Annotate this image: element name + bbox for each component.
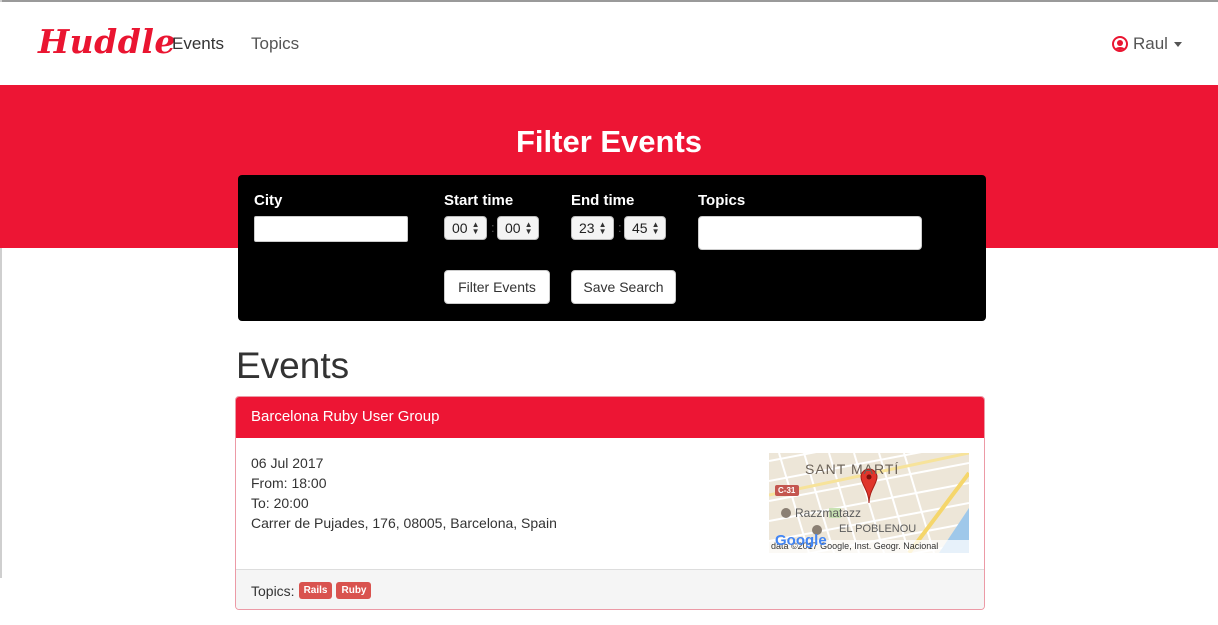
google-logo: Google — [775, 532, 827, 549]
event-topics-label: Topics: — [251, 582, 295, 599]
stepper-arrows-icon: ▲ ▼ — [471, 220, 480, 236]
event-title[interactable]: Barcelona Ruby User Group — [236, 397, 984, 438]
end-minute-select[interactable]: 45 ▲ ▼ — [624, 216, 666, 240]
save-search-button[interactable]: Save Search — [571, 270, 676, 304]
map-venue-label: Razzmatazz — [795, 506, 862, 520]
time-separator: : — [618, 220, 622, 235]
event-end-time: To: 20:00 — [251, 495, 309, 511]
start-hour-select[interactable]: 00 ▲ ▼ — [444, 216, 487, 240]
map-neighborhood-label: EL POBLENOU — [839, 523, 917, 535]
end-hour-value: 23 — [579, 220, 595, 236]
hero-title: Filter Events — [515, 124, 703, 159]
start-time-label: Start time — [444, 192, 514, 209]
events-heading: Events — [236, 345, 350, 386]
end-hour-select[interactable]: 23 ▲ ▼ — [571, 216, 614, 240]
caret-down-icon — [1173, 41, 1182, 47]
stepper-arrows-icon: ▲ ▼ — [524, 220, 533, 236]
time-separator: : — [491, 220, 495, 235]
brand-logo[interactable]: Huddle — [38, 22, 176, 61]
map-district-label: SANT MARTÍ — [805, 461, 900, 477]
topic-tag-ruby[interactable]: Ruby — [336, 582, 372, 599]
event-map[interactable]: SANT MARTÍ C-31 Razzmatazz EL POBLENOU d… — [769, 453, 969, 553]
end-minute-value: 45 — [632, 220, 648, 236]
start-minute-value: 00 — [505, 220, 521, 236]
user-menu[interactable]: Raul — [1112, 34, 1182, 54]
end-time-label: End time — [571, 192, 635, 209]
navbar: Huddle Events Topics Raul — [0, 2, 1218, 85]
event-topics-footer: Topics: Rails Ruby — [236, 569, 984, 609]
user-name: Raul — [1133, 34, 1168, 53]
city-label: City — [254, 192, 283, 209]
event-address: Carrer de Pujades, 176, 08005, Barcelona… — [251, 515, 557, 531]
topics-input[interactable] — [698, 216, 922, 250]
start-minute-select[interactable]: 00 ▲ ▼ — [497, 216, 539, 240]
stepper-arrows-icon: ▲ ▼ — [598, 220, 607, 236]
stepper-arrows-icon: ▲ ▼ — [651, 220, 660, 236]
map-road-label: C-31 — [778, 486, 796, 495]
filter-panel: City Start time 00 ▲ ▼ : 00 ▲ ▼ End time 2… — [238, 175, 986, 321]
nav-link-events[interactable]: Events — [172, 34, 224, 54]
start-hour-value: 00 — [452, 220, 468, 236]
event-body: 06 Jul 2017 From: 18:00 To: 20:00 Carrer… — [236, 438, 984, 569]
city-input[interactable] — [254, 216, 408, 242]
user-icon — [1112, 36, 1128, 52]
event-date: 06 Jul 2017 — [251, 455, 324, 471]
topics-label: Topics — [698, 192, 746, 209]
nav-link-topics[interactable]: Topics — [251, 34, 299, 54]
event-card: Barcelona Ruby User Group 06 Jul 2017 Fr… — [235, 396, 985, 610]
filter-events-button[interactable]: Filter Events — [444, 270, 550, 304]
event-start-time: From: 18:00 — [251, 475, 327, 491]
topic-tag-rails[interactable]: Rails — [298, 582, 333, 599]
